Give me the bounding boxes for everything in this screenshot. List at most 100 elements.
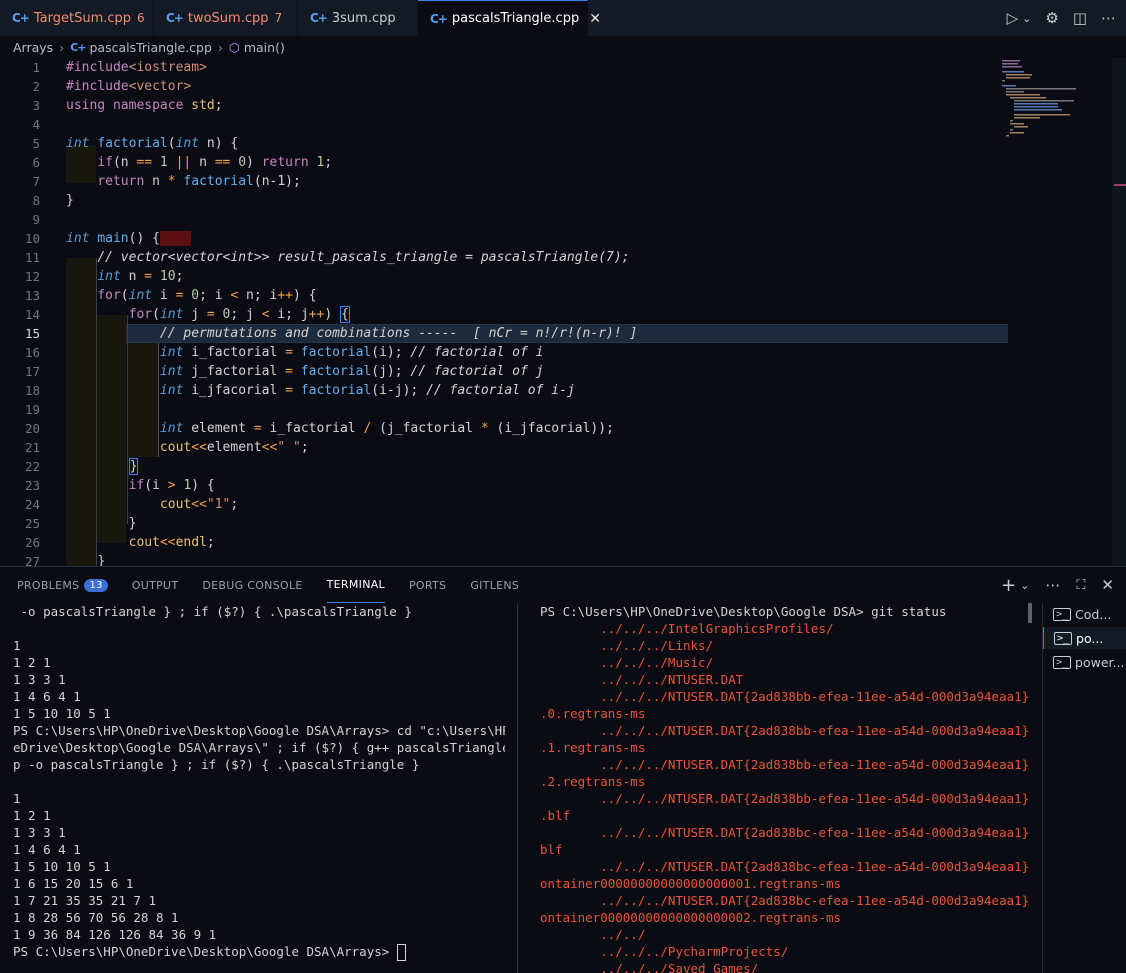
terminal-name: po...	[1076, 630, 1104, 646]
terminal-list-item[interactable]: >_ po...	[1043, 627, 1126, 649]
terminal-line: eDrive\Desktop\Google DSA\Arrays\" ; if …	[13, 740, 505, 755]
tab-terminal[interactable]: TERMINAL	[326, 567, 385, 603]
close-icon[interactable]: ✕	[1101, 576, 1114, 594]
terminal-line: 1 7 21 35 35 21 7 1	[13, 893, 156, 908]
terminal-scrollbar[interactable]	[1028, 603, 1032, 623]
line-number: 22	[24, 459, 40, 474]
terminal-name: power...	[1075, 654, 1125, 670]
minimap-preview	[1002, 60, 1076, 137]
tab-label: 3sum.cpp	[331, 10, 396, 26]
line-number: 17	[24, 364, 40, 379]
tab-gitlens[interactable]: GITLENS	[470, 567, 519, 603]
scrollbar-marker	[1114, 184, 1126, 186]
tab-twosum[interactable]: C+ twoSum.cpp 7	[154, 0, 298, 36]
terminal-line: .blf	[540, 808, 571, 823]
breadcrumb-folder[interactable]: Arrays	[13, 40, 53, 55]
chevron-down-icon[interactable]: ⌄	[1020, 579, 1029, 592]
code-line-2: #include<vector>	[66, 79, 192, 94]
tab-label: pascalsTriangle.cpp	[451, 11, 580, 26]
line-number-gutter: 1 2 3 4 5 6 7 8 9 10 11 12 13 14 15 16 17 18 19 20 21 22 23 24 2…	[0, 58, 50, 566]
problem-count-badge: 7	[274, 11, 283, 25]
code-line-26: cout<<endl;	[128, 535, 215, 550]
method-cube-icon: ⬡	[228, 39, 240, 55]
line-number: 1	[32, 60, 40, 75]
code-line-12: int n = 10;	[97, 269, 184, 284]
terminal-left[interactable]: -o pascalsTriangle } ; if ($?) { .\pasca…	[13, 603, 505, 973]
code-line-8: }	[66, 193, 74, 208]
tab-targetsum[interactable]: C+ TargetSum.cpp 6	[0, 0, 154, 36]
gear-icon[interactable]: ⚙	[1045, 9, 1058, 27]
terminal-icon: >_	[1053, 655, 1072, 669]
terminal-line: ../../../NTUSER.DAT{2ad838bb-efea-11ee-a…	[540, 723, 1028, 738]
terminal-line: 1 6 15 20 15 6 1	[13, 876, 134, 891]
code-line-27: }	[97, 554, 106, 566]
terminal-split-divider[interactable]	[517, 603, 518, 973]
tab-debug-console[interactable]: DEBUG CONSOLE	[202, 567, 302, 603]
terminal-line: ../../../NTUSER.DAT{2ad838bc-efea-11ee-a…	[540, 825, 1028, 840]
line-number: 15	[24, 326, 40, 341]
more-icon[interactable]: ⋯	[1045, 576, 1060, 594]
line-number: 19	[24, 402, 40, 417]
code-line-10: int main() {	[66, 229, 192, 248]
code-line-7: return n * factorial(n-1);	[97, 174, 301, 189]
maximize-icon[interactable]: ⛶	[1076, 578, 1085, 593]
more-icon[interactable]: ⋯	[1101, 9, 1116, 27]
line-number: 2	[32, 79, 40, 94]
cpp-file-icon: C+	[430, 11, 448, 26]
code-line-24: cout<<"1";	[159, 497, 239, 512]
run-icon[interactable]: ▷	[1007, 9, 1019, 27]
line-number: 5	[32, 136, 40, 151]
cpp-file-icon: C+	[310, 11, 328, 25]
cpp-file-icon: C+	[12, 11, 30, 25]
terminal-list-item[interactable]: >_ power...	[1043, 651, 1126, 673]
terminal-line: .1.regtrans-ms	[540, 740, 646, 755]
code-line-6: if(n == 1 || n == 0) return 1;	[97, 155, 333, 170]
line-number: 8	[32, 193, 40, 208]
terminal-line: .0.regtrans-ms	[540, 706, 646, 721]
code-line-22: }	[66, 457, 139, 476]
terminal-line: 1 9 36 84 126 126 84 36 9 1	[13, 927, 217, 942]
tab-pascalstriangle[interactable]: C+ pascalsTriangle.cpp ✕	[418, 0, 601, 36]
minimap[interactable]	[998, 58, 1108, 566]
line-number: 20	[24, 421, 40, 436]
terminal-list-item[interactable]: >_ Cod...	[1043, 603, 1126, 625]
code-line-21: cout<<element<<" ";	[159, 440, 309, 455]
terminal-name: Cod...	[1075, 606, 1112, 622]
editor-tab-bar: C+ TargetSum.cpp 6 C+ twoSum.cpp 7 C+ 3s…	[0, 0, 1126, 36]
terminal-icon: >_	[1054, 631, 1073, 645]
code-line-15: // permutations and combinations ----- […	[159, 326, 638, 341]
tab-3sum[interactable]: C+ 3sum.cpp	[298, 0, 418, 36]
chevron-right-icon: ›	[217, 39, 223, 55]
terminal-line: blf	[540, 842, 563, 857]
tab-label: TargetSum.cpp	[33, 10, 132, 26]
chevron-down-icon[interactable]: ⌄	[1022, 12, 1031, 25]
terminal-line: ../../../IntelGraphicsProfiles/	[540, 621, 834, 636]
tab-output[interactable]: OUTPUT	[132, 567, 179, 603]
breadcrumb: Arrays › C+ pascalsTriangle.cpp › ⬡ main…	[0, 36, 1126, 58]
tab-problems[interactable]: PROBLEMS 13	[17, 567, 108, 603]
panel-tabs: PROBLEMS 13 OUTPUT DEBUG CONSOLE TERMINAL…	[0, 567, 1126, 603]
terminal-cursor	[396, 944, 406, 961]
add-terminal-icon[interactable]: +	[1001, 575, 1016, 596]
error-squiggle-box	[159, 231, 192, 246]
terminal-line: ../../../Links/	[540, 638, 714, 653]
line-number: 16	[24, 345, 40, 360]
panel-actions: + ⌄ ⋯ ⛶ ✕	[1001, 567, 1114, 603]
breadcrumb-file[interactable]: pascalsTriangle.cpp	[89, 40, 211, 55]
terminal-right[interactable]: PS C:\Users\HP\OneDrive\Desktop\Google D…	[540, 603, 1028, 973]
terminal-line: ../../../NTUSER.DAT{2ad838bb-efea-11ee-a…	[540, 689, 1028, 704]
terminal-line: 1 8 28 56 70 56 28 8 1	[13, 910, 179, 925]
code-editor[interactable]: 1 2 3 4 5 6 7 8 9 10 11 12 13 14 15 16 17 18 19 20 21 22 23 24 2…	[0, 58, 1126, 566]
terminal-line: ../../../NTUSER.DAT{2ad838bb-efea-11ee-a…	[540, 757, 1028, 772]
split-editor-icon[interactable]: ◫	[1073, 9, 1087, 27]
terminal-line: PS C:\Users\HP\OneDrive\Desktop\Google D…	[13, 723, 505, 738]
tab-ports[interactable]: PORTS	[409, 567, 446, 603]
editor-scrollbar[interactable]	[1112, 58, 1126, 566]
terminal-line: ../../../Music/	[540, 655, 714, 670]
code-line-1: #include<iostream>	[66, 60, 207, 75]
close-icon[interactable]: ✕	[589, 11, 601, 27]
tab-label: PORTS	[408, 578, 447, 592]
breadcrumb-symbol[interactable]: main()	[244, 40, 285, 55]
terminal-list: >_ Cod... >_ po... >_ power...	[1042, 603, 1126, 973]
